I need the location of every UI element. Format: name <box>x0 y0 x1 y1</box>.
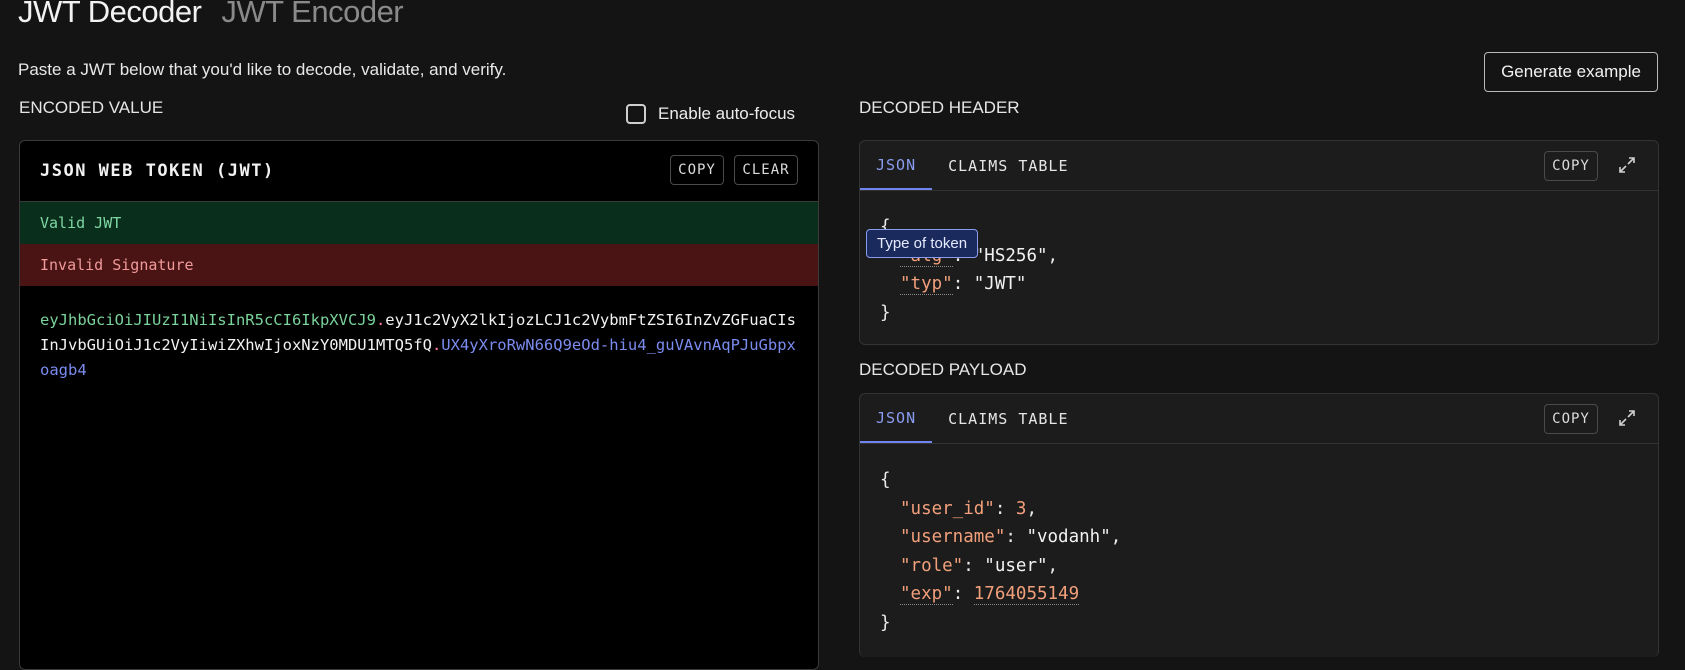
tab-jwt-decoder[interactable]: JWT Decoder <box>18 0 202 32</box>
clear-token-button[interactable]: CLEAR <box>734 155 798 185</box>
json-value-typ: "JWT" <box>973 274 1027 294</box>
copy-token-button[interactable]: COPY <box>670 155 724 185</box>
json-key-role: "role" <box>900 555 964 576</box>
tab-header-claims-table[interactable]: CLAIMS TABLE <box>932 141 1084 190</box>
json-value-role: "user" <box>984 555 1048 576</box>
tab-jwt-encoder[interactable]: JWT Encoder <box>221 0 403 32</box>
autofocus-toggle[interactable]: Enable auto-focus <box>626 104 795 124</box>
tab-payload-json[interactable]: JSON <box>860 394 933 443</box>
json-value-exp[interactable]: 1764055149 <box>973 584 1080 605</box>
decoded-payload-panel: JSON CLAIMS TABLE COPY { "user_id": 3, "… <box>859 393 1659 657</box>
json-line-exp: "exp": 1764055149 <box>900 584 1080 605</box>
json-value-user-id: 3 <box>1015 498 1027 519</box>
autofocus-label: Enable auto-focus <box>658 104 796 123</box>
copy-payload-button[interactable]: COPY <box>1544 404 1598 434</box>
json-key-username: "username" <box>900 527 1006 547</box>
encoded-panel-header: JSON WEB TOKEN (JWT) COPY CLEAR <box>20 141 818 202</box>
expand-icon[interactable] <box>1615 406 1639 430</box>
encoded-panel: JSON WEB TOKEN (JWT) COPY CLEAR Valid JW… <box>19 140 819 670</box>
json-line-typ: "typ": "JWT" <box>900 274 1027 295</box>
claim-tooltip: Type of token <box>866 229 979 258</box>
checkbox-icon[interactable] <box>626 104 646 124</box>
decoded-header-tabs: JSON CLAIMS TABLE COPY <box>860 141 1658 191</box>
json-value-username: "vodanh" <box>1026 527 1111 547</box>
decoded-header-json: { "alg": "HS256", "typ": "JWT" } <box>860 191 1658 344</box>
status-valid-jwt: Valid JWT <box>20 202 818 244</box>
json-key-exp[interactable]: "exp" <box>900 584 953 605</box>
token-dot: . <box>431 336 442 354</box>
json-key-typ[interactable]: "typ" <box>900 274 953 295</box>
token-header-part: eyJhbGciOiJIUzI1NiIsInR5cCI6IkpXVCJ9 <box>40 311 376 329</box>
json-value-alg: "HS256" <box>973 245 1048 266</box>
decoded-payload-json: { "user_id": 3, "username": "vodanh", "r… <box>860 444 1658 657</box>
token-textarea[interactable]: eyJhbGciOiJIUzI1NiIsInR5cCI6IkpXVCJ9.eyJ… <box>20 286 818 405</box>
decoded-payload-tabs: JSON CLAIMS TABLE COPY <box>860 394 1658 444</box>
json-open-brace: { <box>880 217 891 237</box>
token-dot: . <box>375 311 386 329</box>
status-invalid-signature: Invalid Signature <box>20 244 818 286</box>
encoded-panel-title: JSON WEB TOKEN (JWT) <box>40 161 275 181</box>
generate-example-button[interactable]: Generate example <box>1484 52 1658 92</box>
json-close-brace: } <box>880 612 891 633</box>
decoded-header-label: DECODED HEADER <box>859 98 1020 117</box>
json-line-role: "role": "user", <box>900 555 1059 576</box>
copy-header-button[interactable]: COPY <box>1544 151 1598 181</box>
page-title-row: JWT Decoder JWT Encoder <box>18 0 404 40</box>
expand-icon[interactable] <box>1615 153 1639 177</box>
json-open-brace: { <box>880 470 891 490</box>
json-line-user-id: "user_id": 3, <box>900 498 1037 519</box>
json-line-username: "username": "vodanh", <box>900 527 1122 547</box>
json-line-alg: "alg": "HS256", <box>880 242 1638 271</box>
json-key-user-id: "user_id" <box>900 498 995 519</box>
decoded-payload-label: DECODED PAYLOAD <box>859 360 1027 379</box>
json-close-brace: } <box>880 302 891 323</box>
tab-header-json[interactable]: JSON <box>860 141 933 190</box>
page-subtitle: Paste a JWT below that you'd like to dec… <box>18 60 507 79</box>
tab-payload-claims-table[interactable]: CLAIMS TABLE <box>932 394 1084 443</box>
encoded-section-label: ENCODED VALUE <box>19 98 164 117</box>
decoded-header-panel: JSON CLAIMS TABLE COPY { "alg": "HS256",… <box>859 140 1659 345</box>
